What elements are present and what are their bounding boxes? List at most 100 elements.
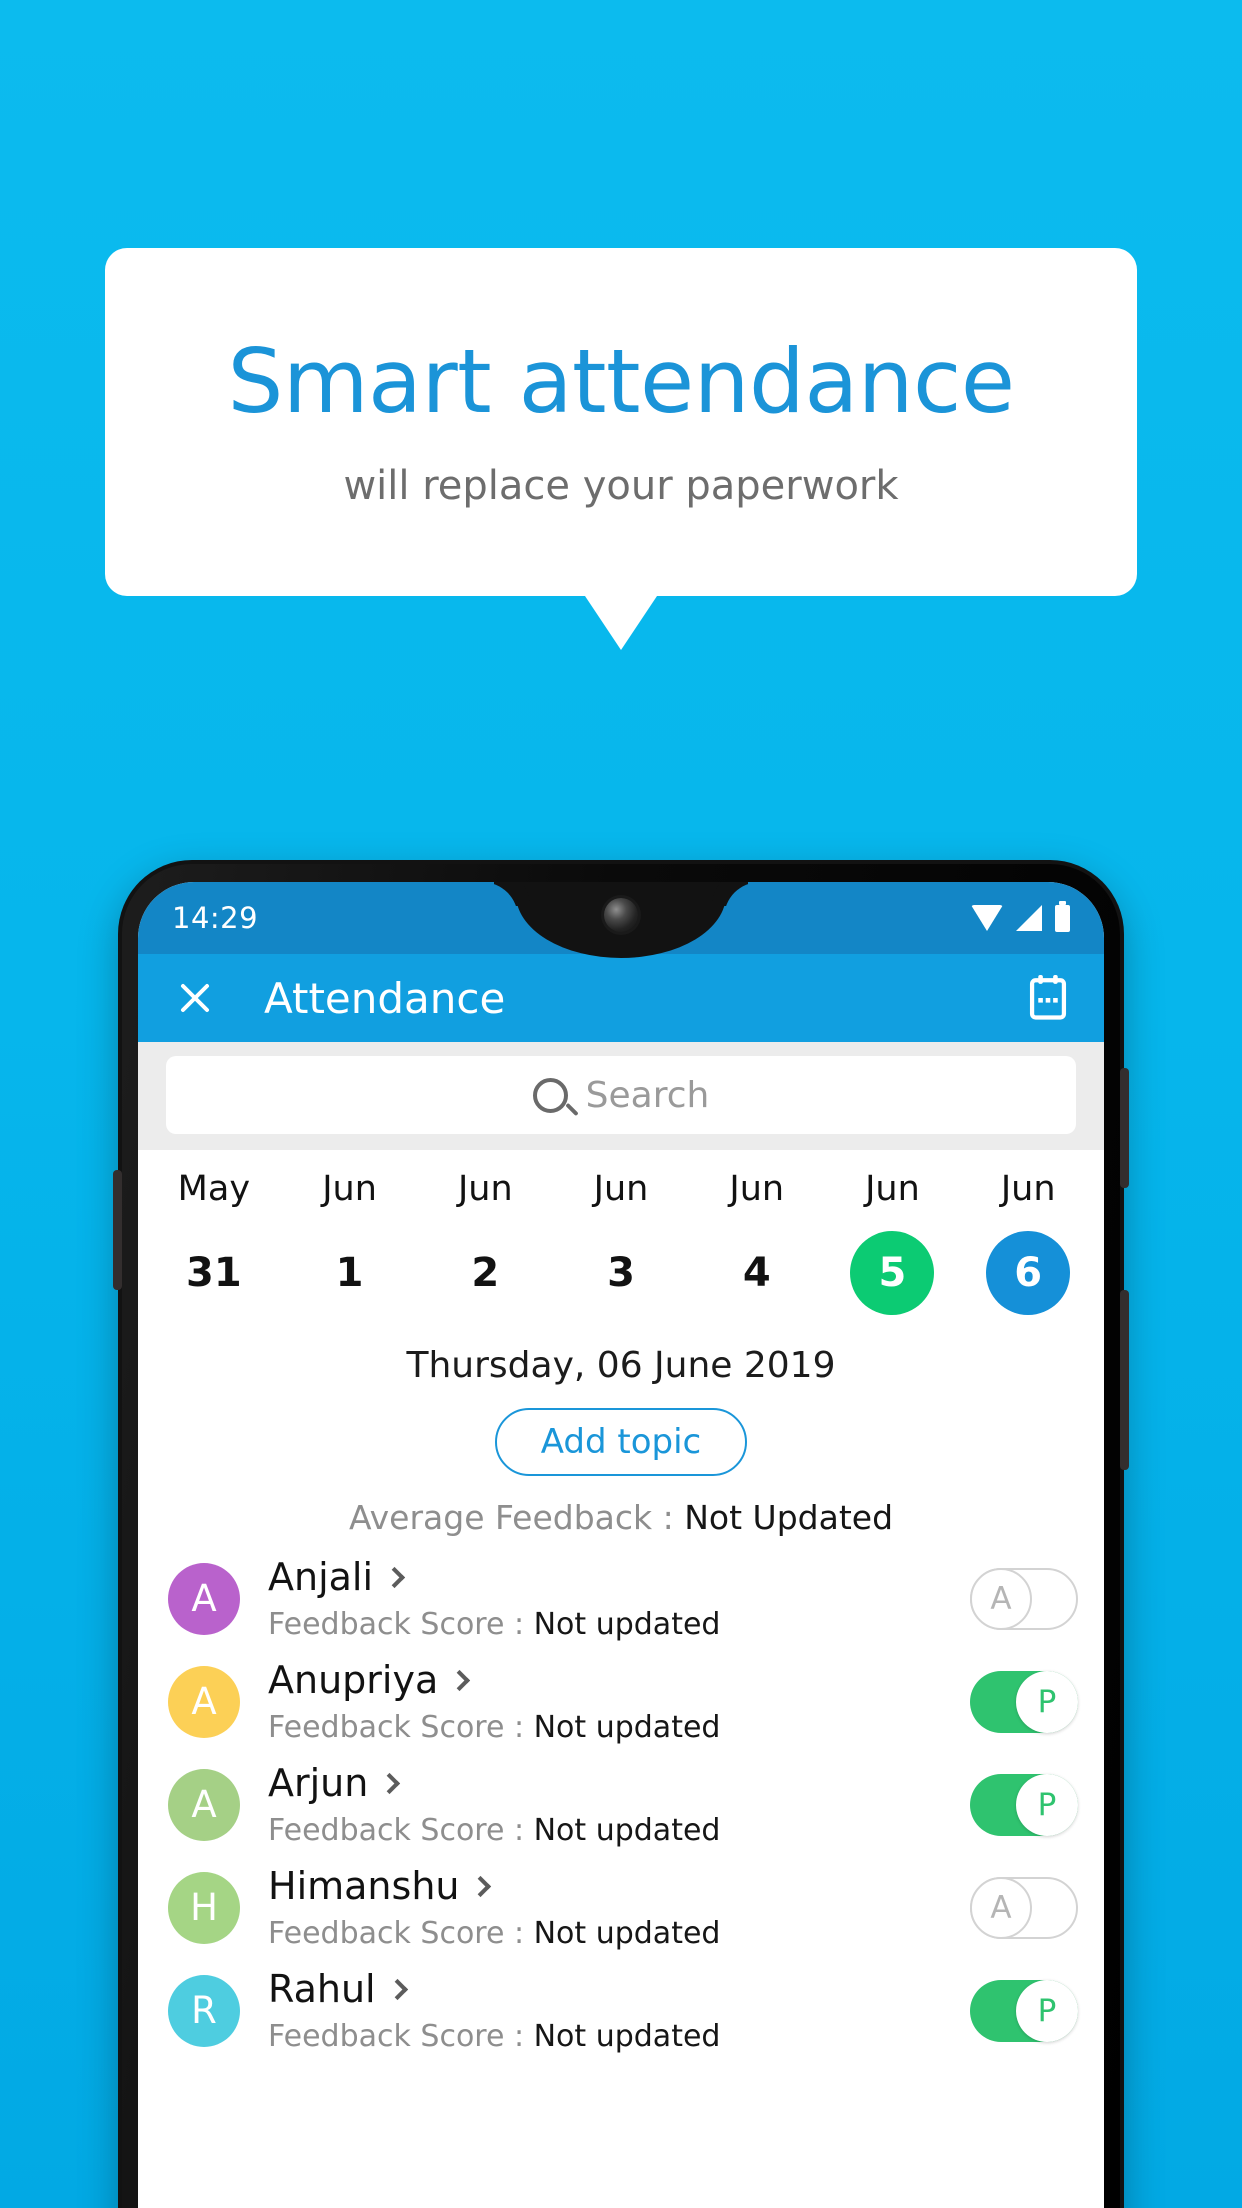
signal-icon	[1016, 905, 1042, 931]
date-day-number: 5	[850, 1231, 935, 1315]
search-icon	[532, 1077, 568, 1113]
student-name: Himanshu	[268, 1864, 460, 1908]
chevron-right-icon[interactable]	[386, 1978, 408, 2000]
attendance-toggle[interactable]: P	[970, 1773, 1078, 1836]
date-day-number: 31	[186, 1250, 242, 1296]
date-day-number: 4	[742, 1250, 771, 1296]
date-month-label: Jun	[865, 1169, 920, 1209]
feedback-score-value: Not updated	[533, 1916, 721, 1951]
feedback-score-label: Feedback Score :	[268, 1710, 534, 1745]
date-cell-may-31[interactable]: May 31	[146, 1172, 282, 1315]
student-name-row[interactable]: Anupriya	[268, 1658, 970, 1702]
feedback-score-value: Not updated	[533, 2019, 721, 2054]
student-info: Anjali Feedback Score : Not updated	[268, 1555, 970, 1642]
date-month-label: Jun	[593, 1169, 649, 1209]
date-strip: May 31 Jun 1 Jun 2 Jun 3 Jun 4 Jun 5 Jun 6	[138, 1150, 1104, 1315]
phone-mockup: 14:29 Attendance Search May 31 Jun 1 Jun…	[113, 860, 1129, 2208]
feedback-score-row: Feedback Score : Not updated	[268, 1710, 970, 1745]
feedback-score-row: Feedback Score : Not updated	[268, 1813, 970, 1848]
chevron-right-icon[interactable]	[449, 1669, 471, 1691]
average-feedback-value: Not Updated	[684, 1498, 894, 1537]
feedback-score-label: Feedback Score :	[268, 1607, 534, 1642]
status-icon-group	[971, 900, 1070, 932]
promo-callout-bubble: Smart attendance will replace your paper…	[105, 248, 1137, 596]
attendance-toggle[interactable]: P	[970, 1670, 1078, 1733]
date-month-label: Jun	[1000, 1169, 1056, 1209]
avatar: A	[168, 1768, 240, 1841]
phone-volume-button	[1120, 1290, 1129, 1470]
student-name: Rahul	[268, 1967, 376, 2011]
date-month-label: Jun	[729, 1169, 785, 1209]
feedback-score-row: Feedback Score : Not updated	[268, 1607, 970, 1642]
phone-power-button	[1120, 1068, 1129, 1188]
date-cell-jun-5[interactable]: Jun 5	[825, 1172, 961, 1315]
feedback-score-label: Feedback Score :	[268, 1813, 534, 1848]
attendance-toggle-knob: P	[1016, 1773, 1078, 1836]
student-row[interactable]: A Anjali Feedback Score : Not updated A	[138, 1547, 1104, 1650]
battery-icon	[1055, 900, 1070, 932]
promo-page: Smart attendance will replace your paper…	[0, 0, 1242, 2208]
close-icon[interactable]	[172, 975, 218, 1021]
avatar: A	[168, 1562, 240, 1635]
promo-subtitle: will replace your paperwork	[343, 463, 899, 509]
add-topic-container: Add topic	[138, 1408, 1104, 1476]
student-info: Arjun Feedback Score : Not updated	[268, 1761, 970, 1848]
front-camera-icon	[604, 898, 638, 932]
search-placeholder: Search	[585, 1074, 710, 1116]
student-info: Rahul Feedback Score : Not updated	[268, 1967, 970, 2054]
attendance-toggle-knob: P	[1016, 1979, 1078, 2042]
student-info: Himanshu Feedback Score : Not updated	[268, 1864, 970, 1951]
add-topic-button[interactable]: Add topic	[494, 1408, 748, 1476]
date-month-label: Jun	[457, 1169, 513, 1209]
date-cell-jun-1[interactable]: Jun 1	[282, 1172, 418, 1315]
student-name-row[interactable]: Arjun	[268, 1761, 970, 1805]
search-input[interactable]: Search	[166, 1056, 1076, 1134]
average-feedback-label: Average Feedback :	[348, 1498, 685, 1537]
date-cell-jun-4[interactable]: Jun 4	[689, 1172, 825, 1315]
date-cell-jun-6[interactable]: Jun 6	[960, 1172, 1096, 1315]
feedback-score-row: Feedback Score : Not updated	[268, 1916, 970, 1951]
wifi-icon	[971, 905, 1003, 931]
student-row[interactable]: A Arjun Feedback Score : Not updated P	[138, 1753, 1104, 1856]
student-info: Anupriya Feedback Score : Not updated	[268, 1658, 970, 1745]
chevron-right-icon[interactable]	[379, 1772, 401, 1794]
date-day-number: 3	[607, 1250, 635, 1296]
calendar-icon[interactable]	[1026, 975, 1070, 1021]
feedback-score-row: Feedback Score : Not updated	[268, 2019, 970, 2054]
search-bar-container: Search	[138, 1042, 1104, 1150]
date-cell-jun-2[interactable]: Jun 2	[417, 1172, 553, 1315]
chevron-right-icon[interactable]	[470, 1875, 492, 1897]
status-time: 14:29	[172, 901, 259, 935]
feedback-score-label: Feedback Score :	[268, 1916, 534, 1951]
feedback-score-value: Not updated	[533, 1710, 721, 1745]
student-name-row[interactable]: Himanshu	[268, 1864, 970, 1908]
date-day-number: 1	[335, 1250, 364, 1296]
avatar: H	[168, 1871, 240, 1944]
student-row[interactable]: H Himanshu Feedback Score : Not updated A	[138, 1856, 1104, 1959]
app-bar: Attendance	[138, 954, 1104, 1042]
avatar: R	[168, 1974, 240, 2047]
date-cell-jun-3[interactable]: Jun 3	[553, 1172, 689, 1315]
student-row[interactable]: R Rahul Feedback Score : Not updated P	[138, 1959, 1104, 2062]
attendance-toggle[interactable]: P	[970, 1979, 1078, 2042]
attendance-toggle[interactable]: A	[970, 1876, 1078, 1939]
chevron-right-icon[interactable]	[383, 1566, 406, 1588]
selected-date-label: Thursday, 06 June 2019	[406, 1345, 836, 1386]
student-row[interactable]: A Anupriya Feedback Score : Not updated P	[138, 1650, 1104, 1753]
promo-title: Smart attendance	[227, 330, 1015, 433]
date-day-number: 2	[471, 1250, 500, 1296]
student-name: Arjun	[268, 1761, 369, 1805]
phone-screen: 14:29 Attendance Search May 31 Jun 1 Jun…	[138, 882, 1104, 2208]
feedback-score-label: Feedback Score :	[268, 2019, 534, 2054]
avatar: A	[168, 1665, 240, 1738]
student-list: A Anjali Feedback Score : Not updated A A Anu…	[138, 1547, 1104, 2062]
student-name-row[interactable]: Rahul	[268, 1967, 970, 2011]
student-name-row[interactable]: Anjali	[268, 1555, 970, 1599]
phone-side-button-left	[113, 1170, 122, 1290]
attendance-toggle[interactable]: A	[970, 1567, 1078, 1630]
student-name: Anupriya	[268, 1658, 439, 1702]
feedback-score-value: Not updated	[533, 1813, 721, 1848]
student-name: Anjali	[268, 1555, 374, 1599]
average-feedback: Average Feedback : Not Updated	[138, 1498, 1104, 1537]
attendance-toggle-knob: P	[1016, 1670, 1078, 1733]
